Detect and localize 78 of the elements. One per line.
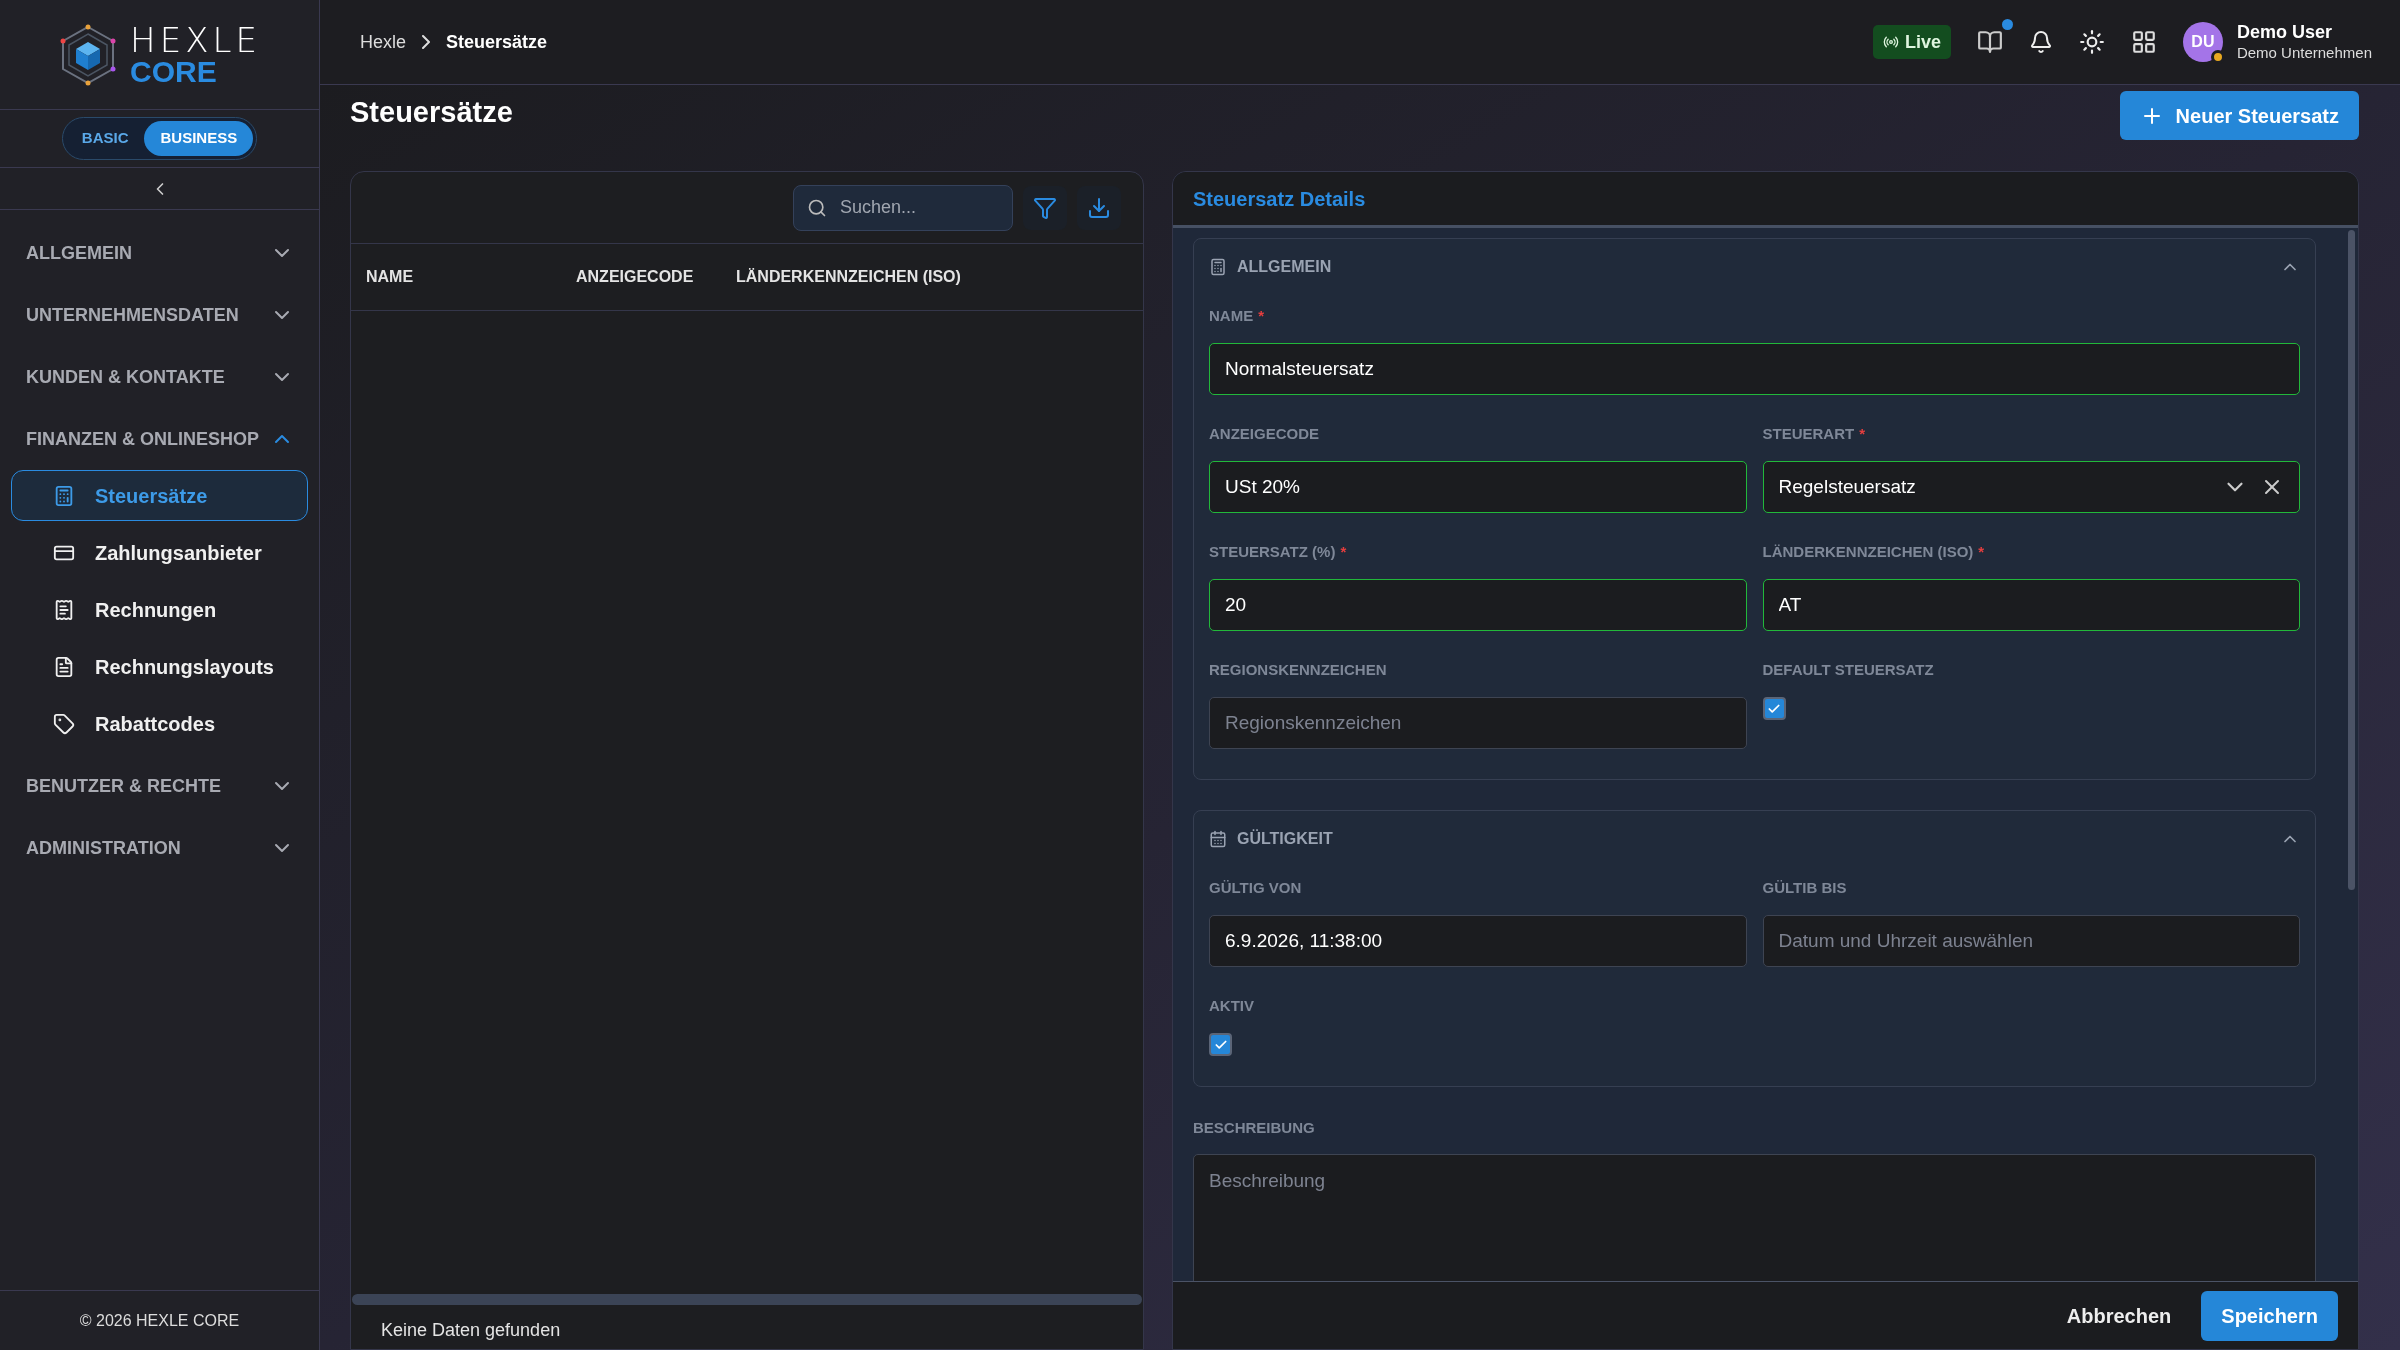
tag-icon [53, 712, 75, 735]
plan-option[interactable]: BASIC [65, 121, 145, 156]
broadcast-icon [1882, 34, 1899, 50]
scrollbar-thumb[interactable] [2347, 230, 2355, 890]
sidebar-item[interactable]: Rechnungen [11, 584, 308, 635]
calculator-icon [53, 484, 75, 507]
bell-icon [2028, 30, 2053, 54]
receipt-icon [53, 598, 75, 621]
field-label: STEUERSATZ (%) * [1209, 542, 1348, 561]
sidebar-item[interactable]: Zahlungsanbieter [11, 527, 308, 578]
field-label: BESCHREIBUNG [1193, 1118, 1316, 1138]
save-button[interactable]: Speichern [2201, 1290, 2338, 1341]
section-header[interactable]: GÜLTIGKEIT [1209, 825, 2300, 853]
sidebar-item[interactable]: Rabattcodes [11, 698, 308, 749]
theme-toggle-button[interactable] [2078, 29, 2105, 55]
sidebar-section[interactable]: KUNDEN & KONTAKTE [11, 346, 308, 408]
select-field[interactable]: Regelsteuersatz [1762, 461, 2300, 513]
logo-wordmark: HEXLE [130, 22, 261, 57]
notifications-button[interactable] [2028, 30, 2053, 54]
input-field[interactable]: USt 20% [1209, 461, 1747, 513]
search-icon [807, 197, 827, 218]
horizontal-scrollbar[interactable] [352, 1294, 1142, 1305]
search-field[interactable]: Suchen... [793, 184, 1013, 231]
column-header[interactable]: LÄNDERKENNZEICHEN (ISO) [736, 265, 961, 289]
calendar-icon [1209, 830, 1227, 848]
field-label: GÜLTIB BIS [1762, 878, 1848, 897]
cancel-button[interactable]: Abbrechen [2052, 1290, 2186, 1341]
field-label: REGIONSKENNZEICHEN [1209, 660, 1388, 679]
user-name: Demo User [2236, 21, 2333, 44]
sidebar-section[interactable]: FINANZEN & ONLINESHOP [11, 408, 308, 470]
field-label: DEFAULT STEUERSATZ [1762, 660, 1935, 679]
document-icon [53, 655, 75, 678]
copyright-text: © 2026 HEXLE CORE [79, 1310, 240, 1331]
calculator-icon [1209, 258, 1227, 276]
field-label: ANZEIGECODE [1209, 424, 1320, 443]
sun-icon [2078, 29, 2105, 55]
sidebar-section[interactable]: UNTERNEHMENSDATEN [11, 284, 308, 346]
apps-button[interactable] [2130, 29, 2157, 55]
filter-button[interactable] [1023, 185, 1067, 230]
page-title: Steuersätze [350, 95, 513, 130]
download-icon [1087, 195, 1111, 220]
input-field[interactable]: Normalsteuersatz [1209, 343, 2300, 395]
column-header[interactable]: ANZEIGECODE [576, 265, 736, 289]
input-field[interactable]: 20 [1209, 579, 1747, 631]
checkbox[interactable] [1762, 697, 1786, 720]
book-icon [1976, 29, 2003, 55]
sidebar-item[interactable]: Steuersätze [11, 470, 308, 521]
empty-message: Keine Daten gefunden [381, 1318, 561, 1342]
description-field[interactable]: Beschreibung [1193, 1153, 2316, 1281]
input-field[interactable]: AT [1762, 579, 2300, 631]
download-button[interactable] [1077, 185, 1121, 230]
column-header[interactable]: NAME [351, 265, 576, 289]
checkbox[interactable] [1209, 1033, 1232, 1056]
logo-subtitle: CORE [130, 56, 218, 87]
input-field[interactable]: Regionskennzeichen [1209, 697, 1747, 749]
filter-icon [1033, 195, 1057, 220]
input-field[interactable]: Datum und Uhrzeit auswählen [1762, 915, 2300, 967]
field-label: GÜLTIG VON [1209, 878, 1303, 897]
sidebar-section[interactable]: ADMINISTRATION [11, 817, 308, 879]
breadcrumb-link[interactable]: Hexle [360, 28, 407, 56]
field-label: LÄNDERKENNZEICHEN (ISO) * [1762, 542, 1986, 561]
breadcrumb-current: Steuersätze [446, 30, 548, 54]
panel-title: Steuersatz Details [1193, 186, 1366, 212]
sidebar-section[interactable]: ALLGEMEIN [11, 222, 308, 284]
plan-option[interactable]: BUSINESS [144, 121, 254, 156]
docs-button[interactable] [1976, 29, 2003, 55]
field-label: AKTIV [1209, 996, 1255, 1015]
input-field[interactable]: 6.9.2026, 11:38:00 [1209, 915, 1747, 967]
field-label: STEUERART * [1762, 424, 1866, 443]
chevron-right-icon [422, 35, 431, 49]
sidebar-item[interactable]: Rechnungslayouts [11, 641, 308, 692]
grid-icon [2130, 29, 2157, 55]
section-header[interactable]: ALLGEMEIN [1209, 253, 2300, 281]
sidebar-section[interactable]: BENUTZER & RECHTE [11, 755, 308, 817]
field-label: NAME * [1209, 306, 1265, 325]
new-tax-rate-button[interactable]: Neuer Steuersatz [2119, 91, 2359, 140]
company-name: Demo Unternehmen [2236, 43, 2372, 63]
live-badge[interactable]: Live [1872, 25, 1951, 59]
